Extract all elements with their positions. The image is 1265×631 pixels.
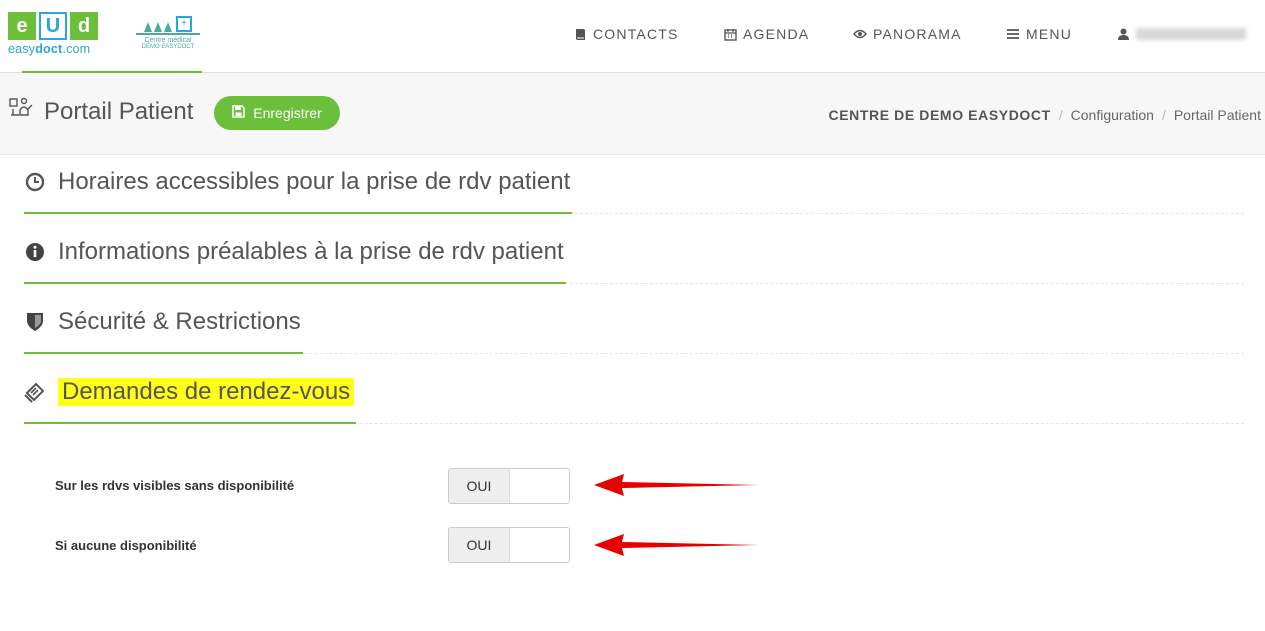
toggle-aucune-disponibilite[interactable]: OUI [448,527,570,563]
breadcrumb-current: Portail Patient [1173,107,1261,123]
nav-user[interactable] [1116,24,1246,44]
nav-menu[interactable]: MENU [1006,24,1072,44]
shield-icon [24,311,46,333]
top-navbar: e U d easydoct.com + Centre médical DÉMO… [0,0,1265,73]
breadcrumb: CENTRE DE DEMO EASYDOCT / Configuration … [829,107,1262,123]
logo-letter-d: d [70,12,98,40]
page-title: Portail Patient [44,98,194,125]
red-arrow-annotation [594,474,758,496]
nav-panorama[interactable]: PANORAMA [853,24,962,44]
breadcrumb-configuration[interactable]: Configuration [1071,107,1154,123]
section-title-highlighted: Demandes de rendez-vous [58,378,355,406]
section-title: Informations préalables à la prise de rd… [58,238,564,265]
save-button[interactable]: Enregistrer [214,96,340,130]
easydoct-logo[interactable]: e U d easydoct.com [8,12,100,56]
section-header[interactable]: Demandes de rendez-vous [24,362,357,424]
red-arrow-annotation [594,534,758,556]
section-title: Horaires accessibles pour la prise de rd… [58,168,571,195]
user-icon [1116,27,1130,41]
trees-icon: + [136,16,200,32]
eye-icon [853,27,867,41]
toggle-value: OUI [449,528,510,562]
nav-agenda[interactable]: AGENDA [723,24,809,44]
hamburger-icon [1006,27,1020,41]
nav-contacts[interactable]: CONTACTS [573,24,679,44]
book-icon [573,27,587,41]
toggle-handle [510,469,569,503]
option-label-aucune-disponibilite: Si aucune disponibilité [55,538,197,553]
section-header[interactable]: Informations préalables à la prise de rd… [24,222,566,284]
centre-logo-line2: DÉMO EASYDOCT [141,44,195,50]
section-informations: Informations préalables à la prise de rd… [24,223,1244,284]
option-label-sans-disponibilite: Sur les rdvs visibles sans disponibilité [55,478,295,493]
user-name-redacted [1136,28,1246,40]
toggle-sans-disponibilite[interactable]: OUI [448,468,570,504]
centre-logo-line1: Centre médical [144,37,192,44]
floppy-disk-icon [232,105,246,121]
section-title: Sécurité & Restrictions [58,308,301,335]
section-header[interactable]: Sécurité & Restrictions [24,292,303,354]
section-securite: Sécurité & Restrictions [24,293,1244,354]
breadcrumb-separator: / [1058,107,1063,123]
logo-letter-e: e [8,12,36,40]
centre-medical-logo[interactable]: + Centre médical DÉMO EASYDOCT [136,16,200,56]
breadcrumb-separator: / [1161,107,1166,123]
info-circle-icon [24,241,46,263]
section-horaires: Horaires accessibles pour la prise de rd… [24,153,1244,214]
section-demandes: Demandes de rendez-vous [24,363,1244,424]
logo-wordmark: easydoct.com [8,42,91,56]
clock-icon [24,171,46,193]
toggle-handle [510,528,569,562]
ticket-icon [24,381,46,403]
patient-portal-icon [8,95,34,121]
calendar-icon [723,27,737,41]
toggle-value: OUI [449,469,510,503]
section-header[interactable]: Horaires accessibles pour la prise de rd… [24,152,573,214]
breadcrumb-root[interactable]: CENTRE DE DEMO EASYDOCT [829,107,1051,123]
logo-stethoscope-icon: U [39,12,67,40]
